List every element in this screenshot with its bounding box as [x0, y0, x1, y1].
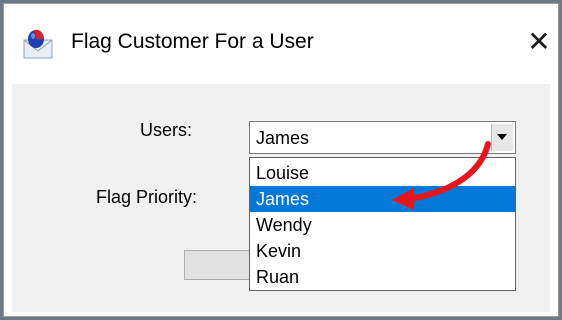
- app-icon: [23, 29, 53, 59]
- users-dropdown-list: Louise James Wendy Kevin Ruan: [249, 157, 516, 291]
- title-bar[interactable]: Flag Customer For a User ✕: [4, 4, 558, 84]
- users-combobox-value: James: [256, 128, 310, 148]
- dropdown-button[interactable]: [491, 124, 513, 151]
- dropdown-item-louise[interactable]: Louise: [250, 160, 515, 186]
- dialog-body: Users: Flag Priority: James Louise James…: [12, 84, 550, 312]
- flag-customer-dialog: Flag Customer For a User ✕ Users: Flag P…: [3, 3, 559, 317]
- flag-priority-label: Flag Priority:: [96, 187, 198, 207]
- dropdown-item-kevin[interactable]: Kevin: [250, 238, 515, 264]
- users-combobox[interactable]: James: [249, 121, 516, 154]
- dropdown-item-ruan[interactable]: Ruan: [250, 264, 515, 290]
- close-button[interactable]: ✕: [524, 24, 554, 60]
- chevron-down-icon: [497, 134, 507, 140]
- users-label: Users:: [140, 120, 193, 140]
- window-title: Flag Customer For a User: [71, 30, 314, 53]
- partially-hidden-button[interactable]: [184, 250, 258, 280]
- dropdown-item-wendy[interactable]: Wendy: [250, 212, 515, 238]
- dropdown-item-james[interactable]: James: [250, 186, 515, 212]
